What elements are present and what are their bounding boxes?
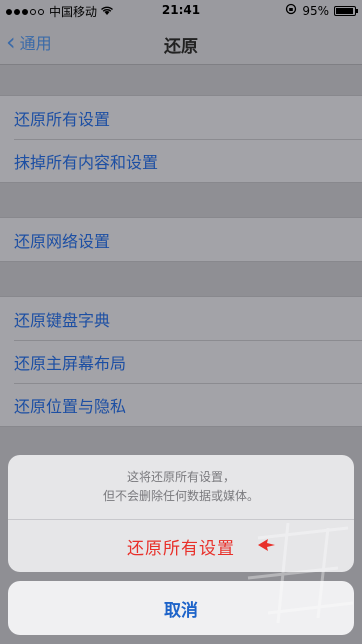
orientation-lock-icon (285, 3, 297, 18)
status-bar: 中国移动 21:41 95% (0, 0, 362, 20)
navigation-bar: ‹ 通用 还原 (0, 20, 362, 65)
settings-group-2: 还原网络设置 (0, 217, 362, 262)
message-line-1: 这将还原所有设置， (126, 470, 235, 484)
message-line-2: 但不会删除任何数据或媒体。 (102, 489, 259, 503)
action-sheet-message: 这将还原所有设置， 但不会删除任何数据或媒体。 (8, 455, 354, 520)
reset-network-settings-item[interactable]: 还原网络设置 (0, 218, 362, 261)
settings-content: 还原所有设置 抹掉所有内容和设置 还原网络设置 还原键盘字典 还原主屏幕布局 还… (0, 65, 362, 427)
watermark-pattern (247, 522, 354, 624)
reset-all-settings-item[interactable]: 还原所有设置 (0, 96, 362, 139)
battery-fill (336, 7, 354, 14)
battery-percent: 95% (302, 3, 329, 18)
settings-group-3: 还原键盘字典 还原主屏幕布局 还原位置与隐私 (0, 296, 362, 427)
reset-home-screen-layout-item[interactable]: 还原主屏幕布局 (0, 340, 362, 383)
reset-keyboard-dictionary-item[interactable]: 还原键盘字典 (0, 297, 362, 340)
erase-all-content-item[interactable]: 抹掉所有内容和设置 (0, 139, 362, 182)
page-title: 还原 (164, 37, 198, 57)
confirm-reset-label: 还原所有设置 (127, 538, 235, 559)
reset-location-privacy-item[interactable]: 还原位置与隐私 (0, 383, 362, 426)
settings-group-1: 还原所有设置 抹掉所有内容和设置 (0, 95, 362, 183)
battery-icon (334, 5, 358, 16)
status-right: 95% (285, 3, 358, 18)
cancel-label: 取消 (164, 600, 198, 621)
